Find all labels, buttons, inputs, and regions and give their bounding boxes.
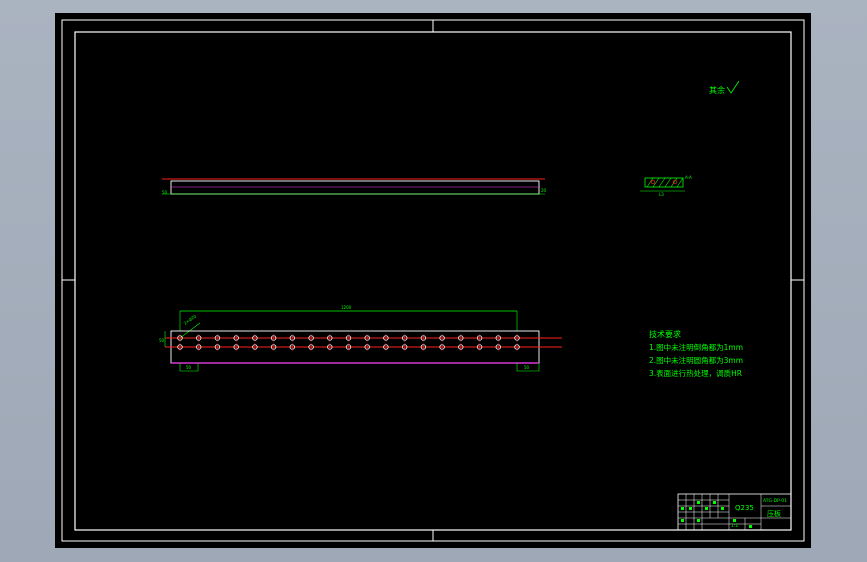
section-hole-left: [650, 179, 656, 185]
roughness-note: 其余: [709, 80, 740, 95]
hole-leader-line: [179, 322, 201, 339]
side-view-label-left: 50: [162, 190, 168, 195]
roughness-symbol-icon: [726, 80, 740, 94]
notes-item-1: 1.图中未注明倒角都为1mm: [649, 342, 743, 352]
hole-pattern: [177, 334, 520, 351]
outer-border: [61, 19, 805, 542]
title-block-scale: 1:1: [731, 523, 738, 529]
technical-notes: 技术要求 1.图中未注明倒角都为1mm 2.图中未注明圆角都为3mm 3.表面进…: [649, 329, 743, 378]
notes-item-2: 2.图中未注明圆角都为3mm: [649, 355, 743, 365]
side-view-label-right: 20: [541, 188, 547, 193]
title-block-material: Q235: [735, 504, 754, 512]
notes-title: 技术要求: [649, 329, 681, 339]
title-block: Q235 ATG-DP-01 压板 1:1: [677, 493, 792, 531]
title-block-drawing-no: ATG-DP-01: [763, 498, 787, 504]
left-dim-text: 50: [186, 365, 192, 370]
notes-item-3: 3.表面进行热处理，调质HR: [649, 368, 742, 378]
section-bottom-label: L3: [659, 192, 664, 197]
section-top-label: A-A: [685, 175, 692, 180]
hole-note-text: 2×Ø20: [183, 313, 198, 325]
section-view: A-A L3: [640, 175, 692, 197]
roughness-note-text: 其余: [709, 85, 725, 95]
drawing-sheet: 其余 50 20 A-A L3 1200 2×Ø20 50 50 50 技术要求…: [55, 13, 811, 548]
height-dim-text: 50: [159, 338, 165, 343]
front-view: 1200 2×Ø20 50 50 50: [159, 305, 562, 372]
right-dim-text: 50: [524, 365, 530, 370]
overall-dim-text: 1200: [341, 305, 352, 310]
cad-drawing: 其余 50 20 A-A L3 1200 2×Ø20 50 50 50 技术要求…: [61, 19, 805, 542]
side-view-outline: [170, 180, 540, 195]
section-hatch: [646, 177, 684, 188]
inner-frame: [74, 31, 792, 531]
side-view: 50 20: [162, 178, 547, 195]
title-block-part-name: 压板: [767, 509, 781, 518]
